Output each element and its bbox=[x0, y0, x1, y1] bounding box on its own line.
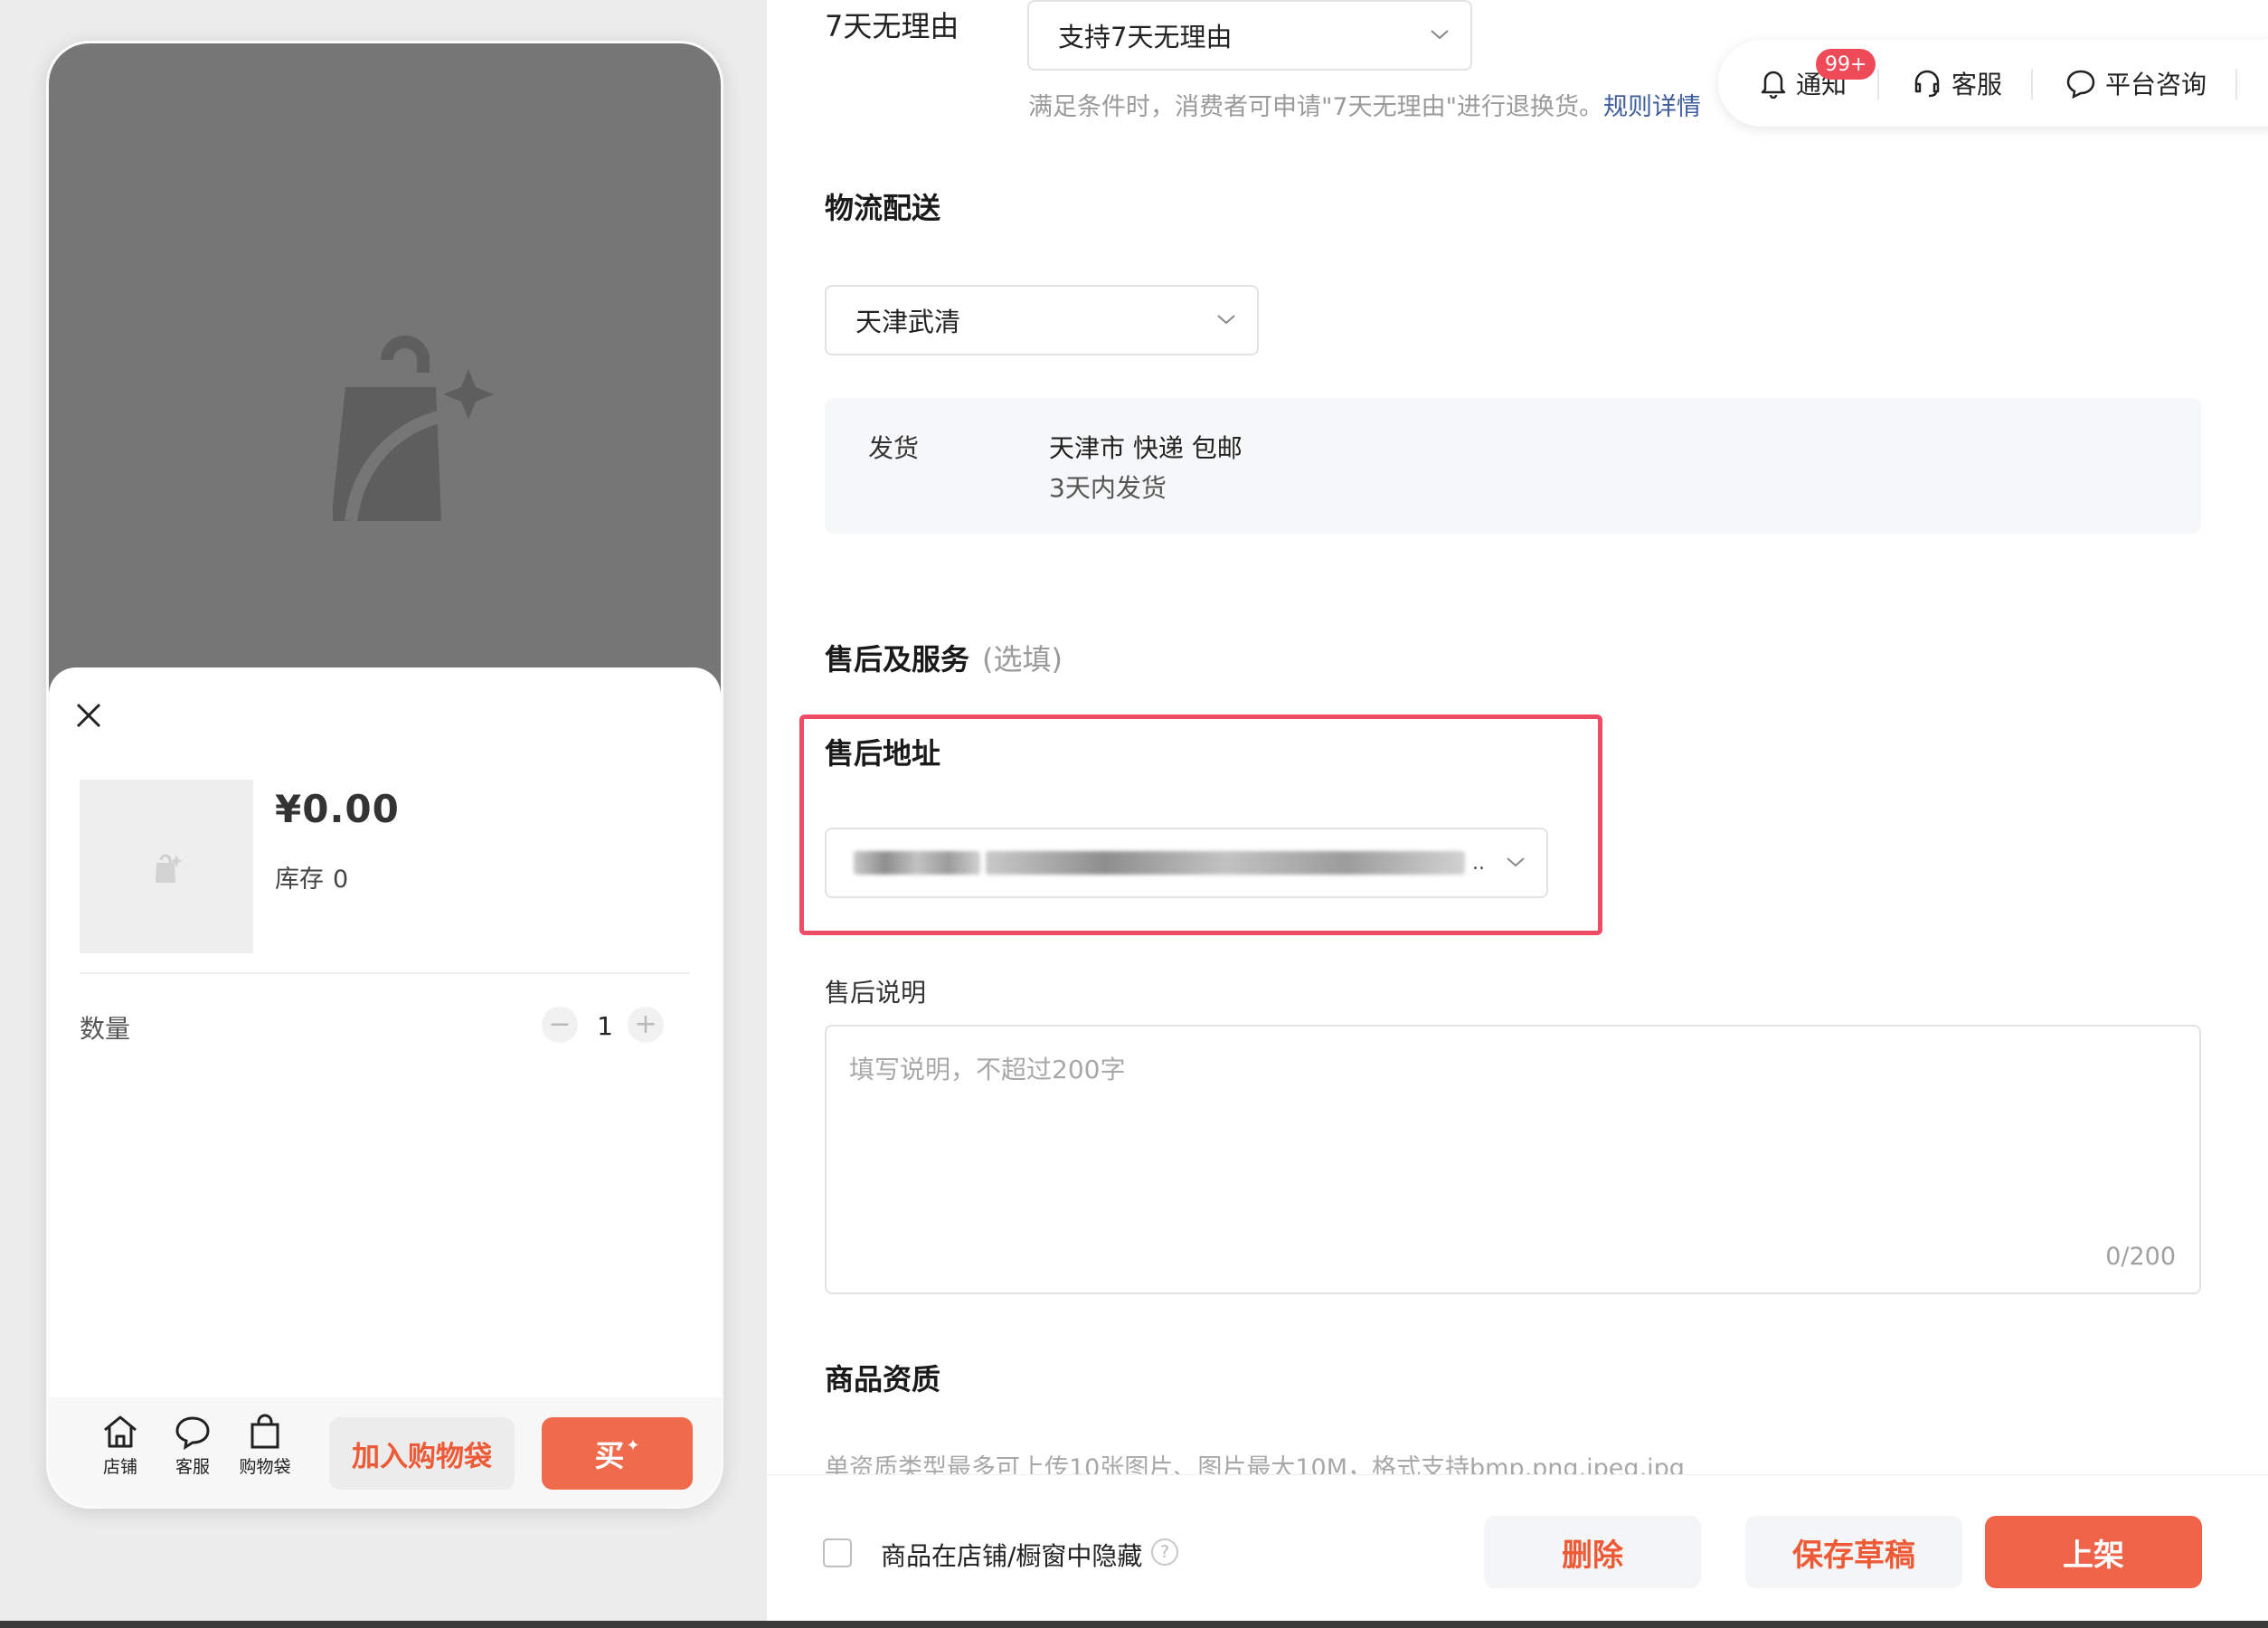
headset-icon bbox=[1914, 70, 1940, 98]
service-label: 客服 bbox=[1951, 70, 2003, 99]
sku-stock: 库存 0 bbox=[275, 859, 348, 894]
platform-consult-label: 平台咨询 bbox=[2105, 70, 2207, 99]
nav-service-label: 客服 bbox=[175, 1457, 210, 1477]
blurred-address: .. bbox=[854, 829, 1485, 896]
return-policy-label: 7天无理由 bbox=[825, 9, 959, 43]
chat-icon bbox=[175, 1416, 210, 1450]
after-sales-title: 售后及服务 (选填) bbox=[825, 637, 1063, 678]
return-policy-hint-text: 满足条件时，消费者可申请"7天无理由"进行退换货。 bbox=[1028, 93, 1604, 121]
quantity-label: 数量 bbox=[80, 1014, 131, 1044]
quantity-decrement-button[interactable]: − bbox=[542, 1007, 578, 1043]
chevron-down-icon bbox=[1507, 857, 1525, 867]
floating-toolbar: 通知 99+ 客服 平台咨询 bbox=[1718, 40, 2268, 127]
warehouse-value: 天津武清 bbox=[855, 307, 961, 337]
stock-label: 库存 bbox=[275, 866, 324, 894]
toolbar-separator bbox=[1877, 69, 1879, 99]
shipping-info-box: 发货 天津市 快递 包邮 3天内发货 bbox=[825, 398, 2201, 534]
service-button[interactable]: 客服 bbox=[1912, 65, 2002, 101]
after-sales-title-text: 售后及服务 bbox=[825, 642, 970, 677]
sku-thumbnail bbox=[80, 780, 253, 953]
hide-product-checkbox[interactable] bbox=[823, 1538, 852, 1567]
chevron-down-icon bbox=[1431, 30, 1449, 40]
add-to-cart-button[interactable]: 加入购物袋 bbox=[329, 1417, 515, 1490]
bell-icon bbox=[1761, 71, 1786, 99]
sku-sheet: ¥0.00 库存 0 数量 − 1 + 店铺 客服 购物袋 加入购物袋 买 ✦ bbox=[49, 667, 721, 1506]
nav-bag[interactable]: 购物袋 bbox=[233, 1414, 297, 1478]
delete-button[interactable]: 删除 bbox=[1484, 1516, 1701, 1588]
after-sales-note-textarea[interactable]: 填写说明，不超过200字 0/200 bbox=[825, 1025, 2201, 1294]
toolbar-separator bbox=[2235, 69, 2237, 99]
shopping-bag-sparkle-icon bbox=[156, 854, 183, 883]
ship-method: 天津市 快递 包邮 bbox=[1049, 433, 1243, 463]
nav-bag-label: 购物袋 bbox=[239, 1457, 291, 1477]
shopping-bag-sparkle-icon bbox=[333, 336, 494, 522]
note-char-count: 0/200 bbox=[2105, 1243, 2176, 1271]
buy-button[interactable]: 买 ✦ bbox=[542, 1417, 693, 1490]
return-policy-select[interactable]: 支持7天无理由 bbox=[1027, 0, 1472, 71]
after-sales-address-select[interactable]: .. bbox=[825, 828, 1548, 898]
chevron-down-icon bbox=[1217, 315, 1235, 325]
sku-price: ¥0.00 bbox=[275, 787, 400, 831]
optional-tag: (选填) bbox=[982, 642, 1063, 677]
warehouse-select[interactable]: 天津武清 bbox=[825, 285, 1259, 355]
save-draft-button[interactable]: 保存草稿 bbox=[1745, 1516, 1962, 1588]
note-placeholder: 填写说明，不超过200字 bbox=[849, 1055, 1126, 1084]
buy-label: 买 bbox=[594, 1438, 625, 1473]
quantity-value: 1 bbox=[597, 1011, 613, 1041]
qualification-title: 商品资质 bbox=[825, 1362, 941, 1396]
return-policy-value: 支持7天无理由 bbox=[1058, 22, 1233, 52]
nav-store-label: 店铺 bbox=[102, 1457, 137, 1477]
quantity-increment-button[interactable]: + bbox=[628, 1007, 664, 1043]
bag-icon bbox=[250, 1414, 279, 1449]
form-footer: 商品在店铺/橱窗中隐藏 ? 删除 保存草稿 上架 bbox=[767, 1474, 2268, 1621]
nav-store[interactable]: 店铺 bbox=[89, 1414, 152, 1478]
sparkle-icon: ✦ bbox=[626, 1435, 640, 1455]
publish-button[interactable]: 上架 bbox=[1985, 1516, 2202, 1588]
hide-product-label: 商品在店铺/橱窗中隐藏 bbox=[881, 1541, 1143, 1571]
platform-consult-button[interactable]: 平台咨询 bbox=[2065, 65, 2207, 101]
close-icon[interactable] bbox=[72, 699, 105, 732]
nav-service[interactable]: 客服 bbox=[161, 1414, 224, 1478]
phone-preview: ¥0.00 库存 0 数量 − 1 + 店铺 客服 购物袋 加入购物袋 买 ✦ bbox=[46, 41, 723, 1509]
preview-action-bar: 店铺 客服 购物袋 加入购物袋 买 ✦ bbox=[49, 1397, 721, 1506]
return-policy-hint: 满足条件时，消费者可申请"7天无理由"进行退换货。规则详情 bbox=[1028, 87, 1701, 122]
notification-badge: 99+ bbox=[1816, 49, 1876, 80]
toolbar-separator bbox=[2031, 69, 2033, 99]
product-image-placeholder bbox=[49, 43, 721, 704]
ship-label: 发货 bbox=[868, 433, 920, 463]
logistics-title: 物流配送 bbox=[825, 191, 941, 225]
rules-detail-link[interactable]: 规则详情 bbox=[1603, 93, 1701, 121]
help-icon[interactable]: ? bbox=[1151, 1538, 1178, 1566]
window-bottom-edge bbox=[0, 1621, 2268, 1628]
ship-time: 3天内发货 bbox=[1049, 473, 1167, 503]
stock-value: 0 bbox=[333, 866, 349, 894]
after-sales-address-title: 售后地址 bbox=[825, 736, 941, 771]
chat-icon bbox=[2066, 70, 2095, 99]
store-icon bbox=[104, 1415, 137, 1448]
after-sales-note-label: 售后说明 bbox=[825, 978, 927, 1008]
divider bbox=[80, 972, 690, 974]
